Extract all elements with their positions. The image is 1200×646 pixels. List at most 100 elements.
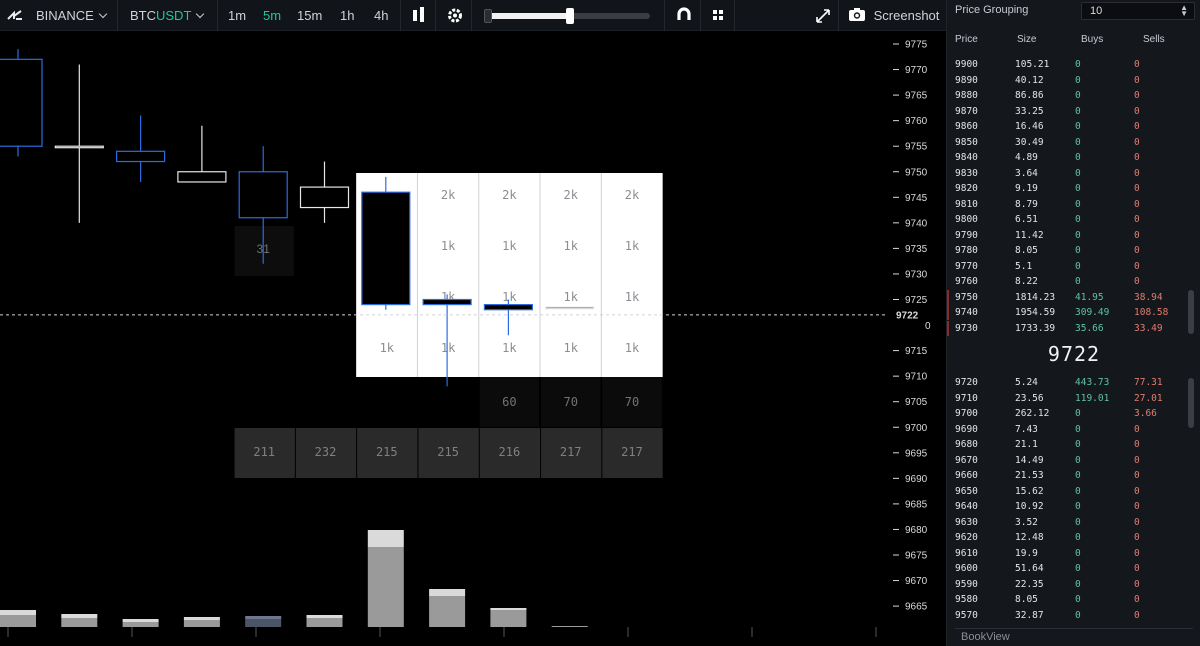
candle-body xyxy=(299,186,350,209)
timeframe-4h[interactable]: 4h xyxy=(374,0,388,31)
highlight-marker xyxy=(947,289,949,305)
exchange-dropdown[interactable]: BINANCE xyxy=(36,0,108,31)
book-cell-sells: 0 xyxy=(1134,59,1140,70)
zoom-slider[interactable] xyxy=(484,8,650,24)
header-sells[interactable]: Sells xyxy=(1143,34,1165,45)
timeframe-1h[interactable]: 1h xyxy=(340,0,354,31)
price-tick-label: 9715 xyxy=(905,346,928,357)
price-grouping-input[interactable]: 10 ▲ ▼ xyxy=(1081,2,1195,20)
book-row[interactable]: 9730 1733.39 35.66 33.49 xyxy=(947,320,1185,337)
book-row[interactable]: 9590 22.35 0 0 xyxy=(955,577,1185,593)
book-row[interactable]: 9880 86.86 0 0 xyxy=(955,88,1185,104)
book-cell-buys: 0 xyxy=(1075,74,1081,86)
bookview-footer: BookView xyxy=(955,628,1193,646)
book-row[interactable]: 9760 8.22 0 0 xyxy=(955,274,1185,290)
screenshot-button[interactable]: Screenshot xyxy=(848,0,939,31)
settings-gear-icon[interactable] xyxy=(446,0,464,31)
book-cell-buys: 0 xyxy=(1075,136,1081,148)
header-price[interactable]: Price xyxy=(955,34,978,45)
bars-toggle-icon[interactable] xyxy=(411,0,427,31)
book-row[interactable]: 9640 10.92 0 0 xyxy=(955,499,1185,515)
book-cell-sells: 0 xyxy=(1134,152,1140,163)
book-row[interactable]: 9740 1954.59 309.49 108.58 xyxy=(947,305,1185,321)
timeframe-5m[interactable]: 5m xyxy=(263,0,281,31)
volume-bar xyxy=(245,619,282,627)
layout-grid-icon[interactable] xyxy=(711,0,725,31)
book-cell-sells: 0 xyxy=(1134,516,1140,528)
candle-body xyxy=(422,298,472,306)
book-cell-buys: 309.49 xyxy=(1075,307,1110,318)
header-buys[interactable]: Buys xyxy=(1081,34,1103,45)
price-tick-label: 9765 xyxy=(905,91,928,102)
book-cell-sells: 0 xyxy=(1134,563,1140,574)
price-tick-label: 9740 xyxy=(905,218,928,229)
footprint-cell: 1k xyxy=(563,290,578,304)
asks-scrollbar[interactable] xyxy=(1188,290,1194,334)
book-cell-sells: 0 xyxy=(1134,532,1140,543)
book-row[interactable]: 9610 19.9 0 0 xyxy=(955,546,1185,562)
timeframe-1m[interactable]: 1m xyxy=(228,0,246,31)
book-cell-sells: 0 xyxy=(1134,439,1140,450)
book-cell-size: 33.25 xyxy=(1015,105,1044,117)
candle-body xyxy=(177,171,227,183)
book-row[interactable]: 9900 105.21 0 0 xyxy=(955,57,1185,73)
book-cell-sells: 0 xyxy=(1134,470,1140,481)
zoom-slider-handle[interactable] xyxy=(566,8,574,24)
magnet-icon[interactable] xyxy=(676,0,692,31)
book-row[interactable]: 9800 6.51 0 0 xyxy=(955,212,1185,228)
price-tick-label: 9680 xyxy=(905,525,928,536)
bids-scrollbar[interactable] xyxy=(1188,378,1194,428)
book-cell-sells: 0 xyxy=(1134,214,1140,225)
book-cell-size: 5.24 xyxy=(1015,377,1038,388)
price-chart[interactable]: 31 2k 2k 2k 2k 1k 1k 1k 1k 1k 1k 1k 1k 1k 1k 1k 1k 1k 60 70… xyxy=(0,31,946,646)
book-row[interactable]: 9630 3.52 0 0 xyxy=(955,515,1185,531)
book-row[interactable]: 9860 16.46 0 0 xyxy=(955,119,1185,135)
book-row[interactable]: 9700 262.12 0 3.66 xyxy=(955,406,1185,422)
book-cell-sells: 77.31 xyxy=(1134,377,1163,388)
book-row[interactable]: 9750 1814.23 41.95 38.94 xyxy=(947,289,1185,306)
book-row[interactable]: 9600 51.64 0 0 xyxy=(955,561,1185,577)
book-row[interactable]: 9620 12.48 0 0 xyxy=(955,530,1185,546)
book-cell-price: 9750 xyxy=(955,291,978,303)
book-cell-sells: 0 xyxy=(1134,260,1140,272)
book-row[interactable]: 9850 30.49 0 0 xyxy=(955,135,1185,151)
price-tick-label: 9735 xyxy=(905,244,928,255)
book-row[interactable]: 9810 8.79 0 0 xyxy=(955,197,1185,213)
book-row[interactable]: 9660 21.53 0 0 xyxy=(955,468,1185,484)
book-cell-size: 22.35 xyxy=(1015,578,1044,590)
spinner-arrows-icon[interactable]: ▲ ▼ xyxy=(1180,4,1188,18)
book-row[interactable]: 9720 5.24 443.73 77.31 xyxy=(955,375,1185,391)
book-cell-sells: 108.58 xyxy=(1134,307,1169,318)
volume-bar xyxy=(306,618,343,627)
header-size[interactable]: Size xyxy=(1017,34,1036,45)
count-label: 217 xyxy=(621,445,643,459)
count-label: 215 xyxy=(376,445,398,459)
book-cell-size: 14.49 xyxy=(1015,454,1044,466)
book-row[interactable]: 9830 3.64 0 0 xyxy=(955,166,1185,182)
book-row[interactable]: 9710 23.56 119.01 27.01 xyxy=(955,391,1185,407)
book-row[interactable]: 9820 9.19 0 0 xyxy=(955,181,1185,197)
footprint-cell: 2k xyxy=(563,188,578,202)
book-row[interactable]: 9580 8.05 0 0 xyxy=(955,592,1185,608)
book-row[interactable]: 9840 4.89 0 0 xyxy=(955,150,1185,166)
book-row[interactable]: 9570 32.87 0 0 xyxy=(955,608,1185,624)
book-cell-buys: 0 xyxy=(1075,470,1081,481)
fullscreen-icon[interactable] xyxy=(815,0,831,31)
timeframe-15m[interactable]: 15m xyxy=(297,0,322,31)
book-cell-size: 3.64 xyxy=(1015,167,1038,179)
book-row[interactable]: 9890 40.12 0 0 xyxy=(955,73,1185,89)
book-row[interactable]: 9690 7.43 0 0 xyxy=(955,422,1185,438)
zoom-slider-start-handle[interactable] xyxy=(484,9,492,23)
book-row[interactable]: 9670 14.49 0 0 xyxy=(955,453,1185,469)
candle-body xyxy=(483,304,533,311)
book-row[interactable]: 9780 8.05 0 0 xyxy=(955,243,1185,259)
book-row[interactable]: 9770 5.1 0 0 xyxy=(955,259,1185,275)
book-cell-size: 5.1 xyxy=(1015,260,1033,272)
chart-canvas[interactable]: 312k 2k 2k 2k1k 1k 1k 1k1k 1k 1k 1k1k 1k 1k 1k 1k60 70… xyxy=(0,31,946,646)
book-row[interactable]: 9680 21.1 0 0 xyxy=(955,437,1185,453)
book-cell-sells: 0 xyxy=(1134,454,1140,466)
symbol-dropdown[interactable]: BTCUSDT xyxy=(130,0,205,31)
book-row[interactable]: 9650 15.62 0 0 xyxy=(955,484,1185,500)
book-row[interactable]: 9870 33.25 0 0 xyxy=(955,104,1185,120)
book-row[interactable]: 9790 11.42 0 0 xyxy=(955,228,1185,244)
